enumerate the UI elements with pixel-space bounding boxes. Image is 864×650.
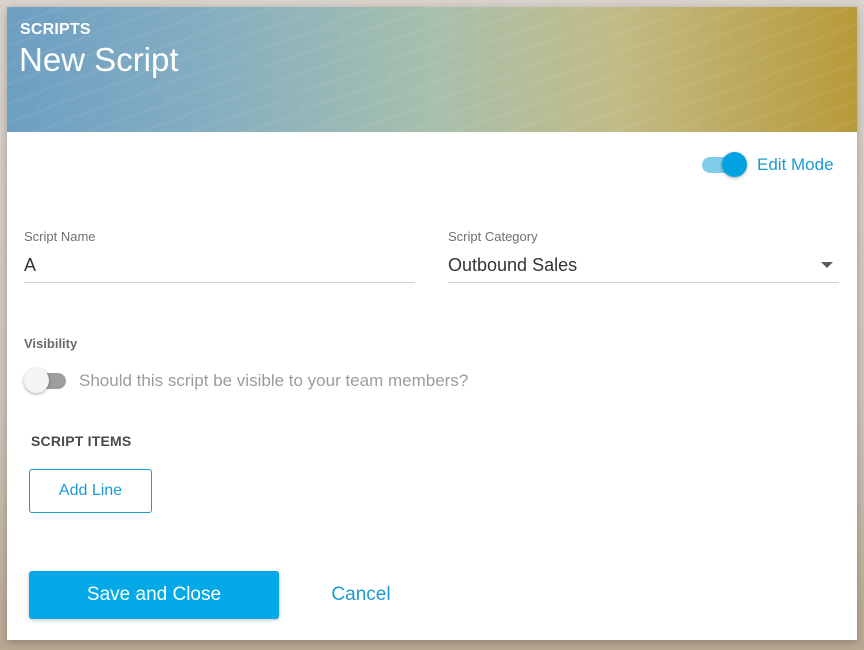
visibility-label: Visibility [24,336,78,351]
dialog-header: SCRIPTS New Script [7,7,857,132]
edit-mode-toggle[interactable] [702,152,748,178]
save-and-close-button[interactable]: Save and Close [29,571,279,619]
new-script-dialog: SCRIPTS New Script Edit Mode Script Name… [7,7,857,640]
cancel-button[interactable]: Cancel [307,577,415,613]
script-name-underline [24,282,415,283]
edit-mode-toggle-thumb [722,152,747,177]
visibility-toggle-thumb [24,368,49,393]
script-name-label: Script Name [24,229,96,244]
script-name-input[interactable] [24,253,414,277]
script-items-title: SCRIPT ITEMS [31,433,132,449]
header-overline: SCRIPTS [20,21,91,38]
script-category-underline [448,282,839,283]
visibility-toggle-text: Should this script be visible to your te… [79,371,469,390]
script-category-select[interactable]: Outbound Sales [448,255,577,276]
add-line-button[interactable]: Add Line [29,469,152,513]
script-category-label: Script Category [448,229,538,244]
page-title: New Script [19,41,179,78]
edit-mode-label[interactable]: Edit Mode [757,155,834,175]
chevron-down-icon[interactable] [821,262,833,268]
visibility-toggle[interactable] [24,368,70,394]
